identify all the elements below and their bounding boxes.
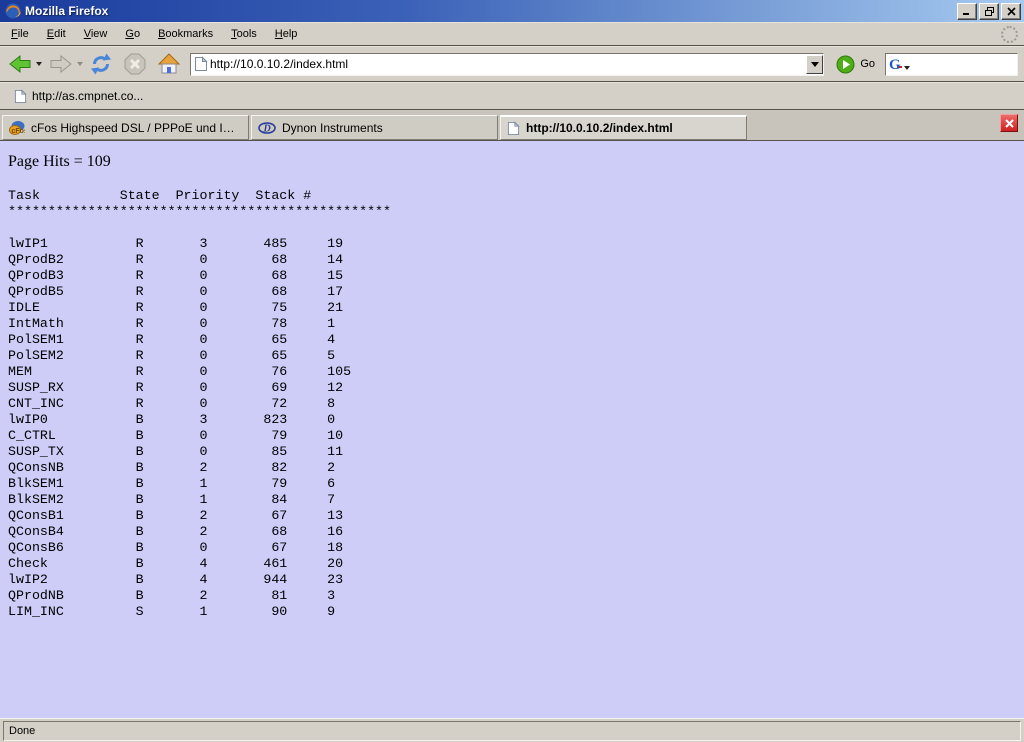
close-button[interactable] [1001, 3, 1021, 20]
firefox-window: Mozilla Firefox File Edit View Go Bookma [0, 0, 1024, 742]
navigation-toolbar: Go G [0, 46, 1024, 82]
page-icon [507, 121, 520, 136]
reload-icon [90, 53, 112, 75]
svg-text:cFos: cFos [12, 128, 26, 135]
forward-button[interactable] [47, 52, 75, 76]
tab-dynon[interactable]: D Dynon Instruments [251, 115, 498, 140]
menu-bar: File Edit View Go Bookmarks Tools Help [0, 22, 1024, 46]
firefox-logo-icon [5, 3, 21, 19]
reload-button[interactable] [88, 51, 114, 77]
back-dropdown[interactable] [36, 62, 42, 66]
menu-help[interactable]: Help [266, 25, 307, 43]
menu-tools[interactable]: Tools [222, 25, 266, 43]
url-input[interactable] [208, 57, 806, 71]
forward-icon [49, 54, 73, 74]
title-bar: Mozilla Firefox [0, 0, 1024, 22]
status-panel: Done [3, 721, 1021, 741]
minimize-button[interactable] [957, 3, 977, 20]
window-title: Mozilla Firefox [25, 4, 955, 18]
bookmarks-toolbar: http://as.cmpnet.co... [0, 82, 1024, 110]
throbber-icon [1001, 26, 1018, 43]
minimize-icon [963, 7, 971, 15]
menu-view[interactable]: View [75, 25, 117, 43]
menu-go[interactable]: Go [116, 25, 149, 43]
bookmark-item[interactable]: http://as.cmpnet.co... [8, 87, 149, 106]
tab-label: Dynon Instruments [282, 121, 383, 135]
chevron-down-icon [811, 62, 819, 67]
close-icon [1007, 7, 1016, 16]
url-bar [190, 53, 824, 76]
go-button[interactable]: Go [832, 53, 879, 76]
tab-active-index-page[interactable]: http://10.0.10.2/index.html [500, 115, 747, 140]
search-input[interactable] [912, 56, 1017, 72]
stop-button[interactable] [122, 51, 148, 77]
cfos-icon: cFos [9, 120, 25, 136]
url-dropdown-button[interactable] [806, 55, 823, 74]
close-icon [1005, 119, 1014, 128]
home-button[interactable] [156, 51, 182, 77]
go-label: Go [860, 58, 875, 70]
forward-dropdown[interactable] [77, 62, 83, 66]
stop-icon [124, 53, 146, 75]
menu-bookmarks[interactable]: Bookmarks [149, 25, 222, 43]
task-table: Task State Priority Stack # ************… [8, 188, 1016, 620]
back-button[interactable] [6, 52, 34, 76]
restore-icon [985, 7, 994, 16]
svg-text:G: G [889, 57, 901, 72]
google-icon[interactable]: G [889, 56, 903, 72]
page-icon [14, 89, 27, 104]
tab-label: cFos Highspeed DSL / PPPoE und ISDN CAP.… [31, 121, 242, 135]
search-bar: G [885, 53, 1018, 76]
close-tab-button[interactable] [1000, 114, 1018, 132]
search-engine-dropdown[interactable] [904, 66, 910, 70]
tab-cfos[interactable]: cFos cFos Highspeed DSL / PPPoE und ISDN… [2, 115, 249, 140]
menu-file[interactable]: File [2, 25, 38, 43]
back-icon [8, 54, 32, 74]
tab-strip: cFos cFos Highspeed DSL / PPPoE und ISDN… [0, 110, 1024, 141]
svg-text:D: D [263, 123, 271, 134]
page-hits-text: Page Hits = 109 [8, 153, 1016, 171]
tab-label: http://10.0.10.2/index.html [526, 121, 673, 135]
page-content: Page Hits = 109 Task State Priority Stac… [0, 141, 1024, 718]
go-icon [836, 55, 855, 74]
status-bar: Done [0, 718, 1024, 742]
menu-edit[interactable]: Edit [38, 25, 75, 43]
dynon-icon: D [258, 122, 276, 134]
page-icon [194, 56, 208, 72]
status-text: Done [9, 725, 35, 737]
bookmark-label: http://as.cmpnet.co... [32, 89, 143, 103]
home-icon [158, 53, 180, 75]
restore-button[interactable] [979, 3, 999, 20]
